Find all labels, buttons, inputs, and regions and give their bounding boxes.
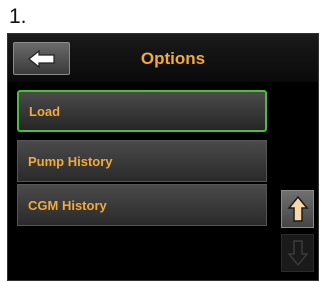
down-arrow-icon xyxy=(286,239,309,267)
menu-item-label: Load xyxy=(29,103,61,119)
device-screen: Options Load Pump History CGM History xyxy=(7,33,319,281)
menu-item-cgm-history[interactable]: CGM History xyxy=(17,184,267,226)
scroll-down-button[interactable] xyxy=(281,234,314,272)
back-arrow-icon xyxy=(27,49,57,69)
menu-item-label: Pump History xyxy=(28,153,113,169)
screen-title: Options xyxy=(140,49,206,68)
menu-item-pump-history[interactable]: Pump History xyxy=(17,140,267,182)
scroll-up-button[interactable] xyxy=(281,190,314,228)
back-button[interactable] xyxy=(13,42,70,75)
header-bar: Options xyxy=(8,34,318,82)
menu-item-load[interactable]: Load xyxy=(17,90,267,132)
menu-item-label: CGM History xyxy=(28,197,107,213)
up-arrow-icon xyxy=(286,195,309,223)
step-number-label: 1. xyxy=(9,5,27,28)
